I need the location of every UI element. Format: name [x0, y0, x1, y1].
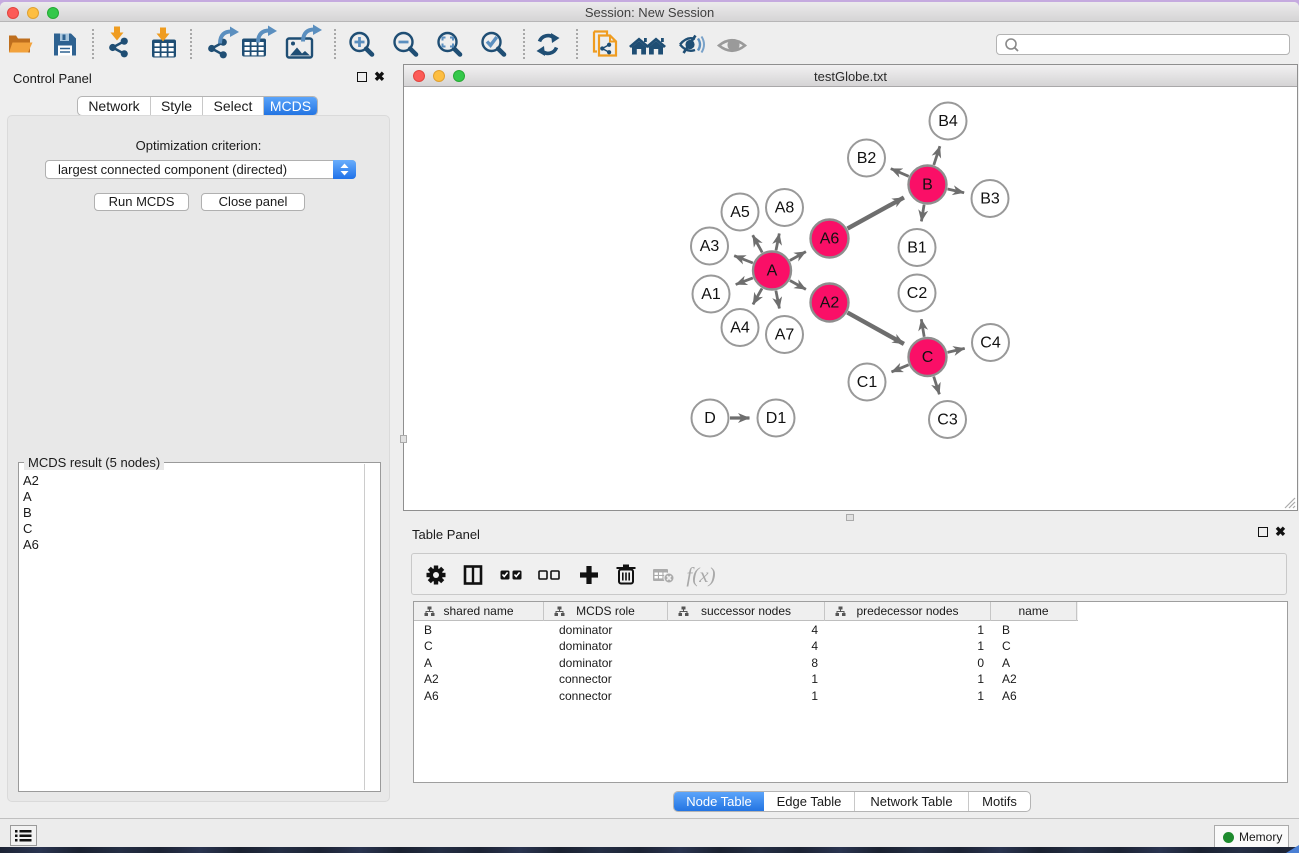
svg-text:A7: A7	[775, 327, 795, 344]
svg-text:C1: C1	[857, 374, 878, 391]
svg-text:A1: A1	[701, 286, 721, 303]
svg-text:B2: B2	[857, 150, 877, 167]
svg-text:A8: A8	[775, 200, 795, 217]
svg-text:C2: C2	[907, 285, 928, 302]
svg-text:A2: A2	[820, 295, 840, 312]
svg-text:B: B	[922, 177, 933, 194]
svg-text:C4: C4	[980, 335, 1001, 352]
svg-text:A6: A6	[820, 231, 840, 248]
svg-text:A3: A3	[700, 238, 720, 255]
svg-text:B4: B4	[938, 113, 958, 130]
svg-text:B3: B3	[980, 191, 1000, 208]
svg-text:A: A	[767, 263, 778, 280]
svg-text:D: D	[704, 410, 716, 427]
svg-text:D1: D1	[766, 410, 787, 427]
svg-text:C: C	[922, 349, 934, 366]
svg-text:C3: C3	[937, 412, 958, 429]
svg-text:B1: B1	[907, 240, 927, 257]
svg-text:A4: A4	[730, 320, 750, 337]
svg-text:f(x): f(x)	[686, 563, 715, 587]
svg-text:A5: A5	[730, 204, 750, 221]
